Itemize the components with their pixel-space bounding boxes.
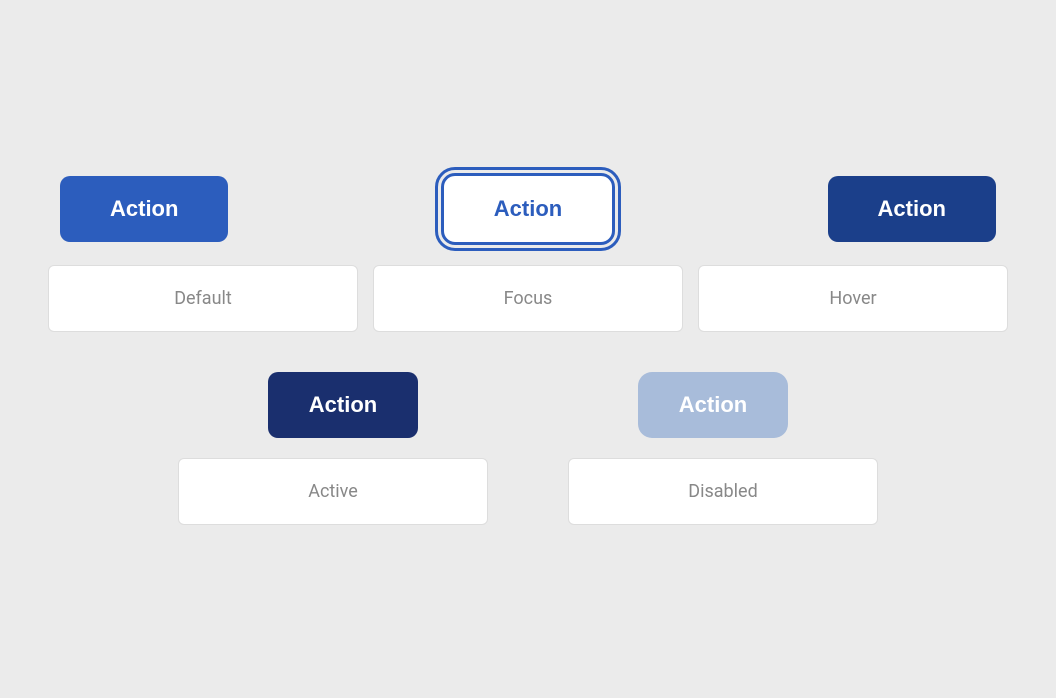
hover-label: Hover xyxy=(698,265,1008,332)
focus-button[interactable]: Action xyxy=(441,173,615,245)
labels-row-2: Active Disabled xyxy=(48,458,1008,525)
focus-label: Focus xyxy=(373,265,683,332)
default-label: Default xyxy=(48,265,358,332)
disabled-button: Action xyxy=(638,372,788,438)
page-container: Action Action Action Default Focus Hover… xyxy=(0,0,1056,698)
hover-button[interactable]: Action xyxy=(828,176,996,242)
button-row-2: Action Action xyxy=(48,372,1008,438)
active-label: Active xyxy=(178,458,488,525)
disabled-label: Disabled xyxy=(568,458,878,525)
button-row-1-inner: Action Action Action xyxy=(60,173,996,245)
default-button[interactable]: Action xyxy=(60,176,228,242)
labels-row-1: Default Focus Hover xyxy=(48,265,1008,332)
active-button[interactable]: Action xyxy=(268,372,418,438)
button-row-1: Action Action Action xyxy=(0,173,1056,245)
